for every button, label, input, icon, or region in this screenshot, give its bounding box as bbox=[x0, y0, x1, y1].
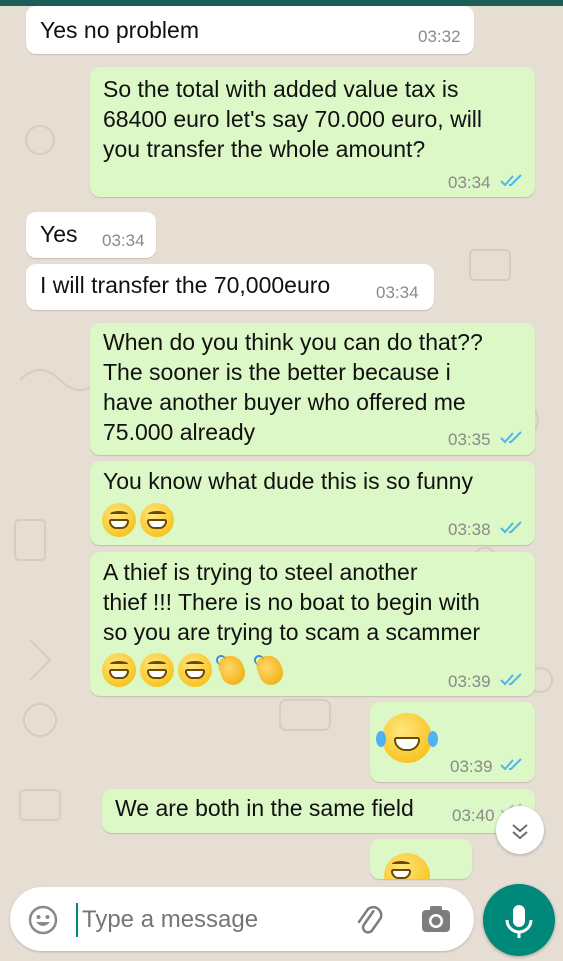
message-incoming[interactable]: Yes no problem 03:32 bbox=[26, 6, 474, 54]
message-incoming[interactable]: Yes 03:34 bbox=[26, 212, 156, 258]
double-check-icon bbox=[500, 431, 522, 444]
message-composer bbox=[10, 887, 474, 951]
grinning-face-icon bbox=[178, 653, 212, 687]
double-check-icon bbox=[500, 673, 522, 686]
grinning-face-icon bbox=[384, 853, 430, 879]
double-chevron-down-icon bbox=[512, 824, 528, 840]
message-text: A thief is trying to steel another thief… bbox=[103, 559, 481, 645]
scroll-to-bottom-button[interactable] bbox=[496, 806, 544, 854]
message-time: 03:34 bbox=[376, 283, 419, 302]
message-text: I will transfer the 70,000euro bbox=[40, 272, 331, 298]
message-time: 03:34 bbox=[448, 173, 491, 192]
message-time: 03:32 bbox=[418, 27, 461, 46]
paperclip-icon[interactable] bbox=[353, 904, 387, 938]
clapping-hands-icon bbox=[216, 653, 250, 687]
message-outgoing[interactable]: You know what dude this is so funny 03:3… bbox=[90, 461, 535, 545]
voice-record-button[interactable] bbox=[483, 884, 555, 956]
emoji-icon[interactable] bbox=[28, 905, 58, 935]
message-outgoing[interactable]: When do you think you can do that?? The … bbox=[90, 323, 535, 455]
grinning-face-icon bbox=[102, 503, 136, 537]
message-time: 03:40 bbox=[452, 806, 495, 825]
message-outgoing[interactable]: So the total with added value tax is 684… bbox=[90, 67, 535, 197]
message-time: 03:35 bbox=[448, 430, 491, 449]
camera-icon[interactable] bbox=[420, 905, 452, 935]
emoji-row bbox=[102, 503, 178, 537]
message-text: You know what dude this is so funny bbox=[103, 468, 473, 494]
message-text: When do you think you can do that?? The … bbox=[103, 329, 483, 445]
emoji-row bbox=[102, 653, 292, 687]
grinning-face-icon bbox=[140, 503, 174, 537]
message-time: 03:38 bbox=[448, 520, 491, 539]
double-check-icon bbox=[500, 758, 522, 771]
clapping-hands-icon bbox=[254, 653, 288, 687]
message-input[interactable] bbox=[80, 901, 344, 939]
message-outgoing[interactable] bbox=[370, 839, 472, 879]
message-time: 03:39 bbox=[448, 672, 491, 691]
message-outgoing[interactable]: We are both in the same field 03:40 bbox=[102, 789, 535, 833]
message-time: 03:39 bbox=[450, 757, 493, 776]
message-text: We are both in the same field bbox=[115, 795, 414, 821]
message-time: 03:34 bbox=[102, 231, 145, 250]
double-check-icon bbox=[500, 521, 522, 534]
message-outgoing[interactable]: 03:39 bbox=[370, 702, 535, 782]
message-text: Yes no problem bbox=[40, 17, 199, 43]
double-check-icon bbox=[500, 174, 522, 187]
microphone-icon bbox=[505, 905, 533, 938]
grinning-face-icon bbox=[102, 653, 136, 687]
message-text: So the total with added value tax is 684… bbox=[103, 76, 483, 162]
message-text: Yes bbox=[40, 221, 78, 247]
message-outgoing[interactable]: A thief is trying to steel another thief… bbox=[90, 552, 535, 696]
text-cursor bbox=[76, 903, 78, 937]
face-with-tears-of-joy-icon bbox=[376, 713, 432, 763]
message-incoming[interactable]: I will transfer the 70,000euro 03:34 bbox=[26, 264, 434, 310]
grinning-face-icon bbox=[140, 653, 174, 687]
